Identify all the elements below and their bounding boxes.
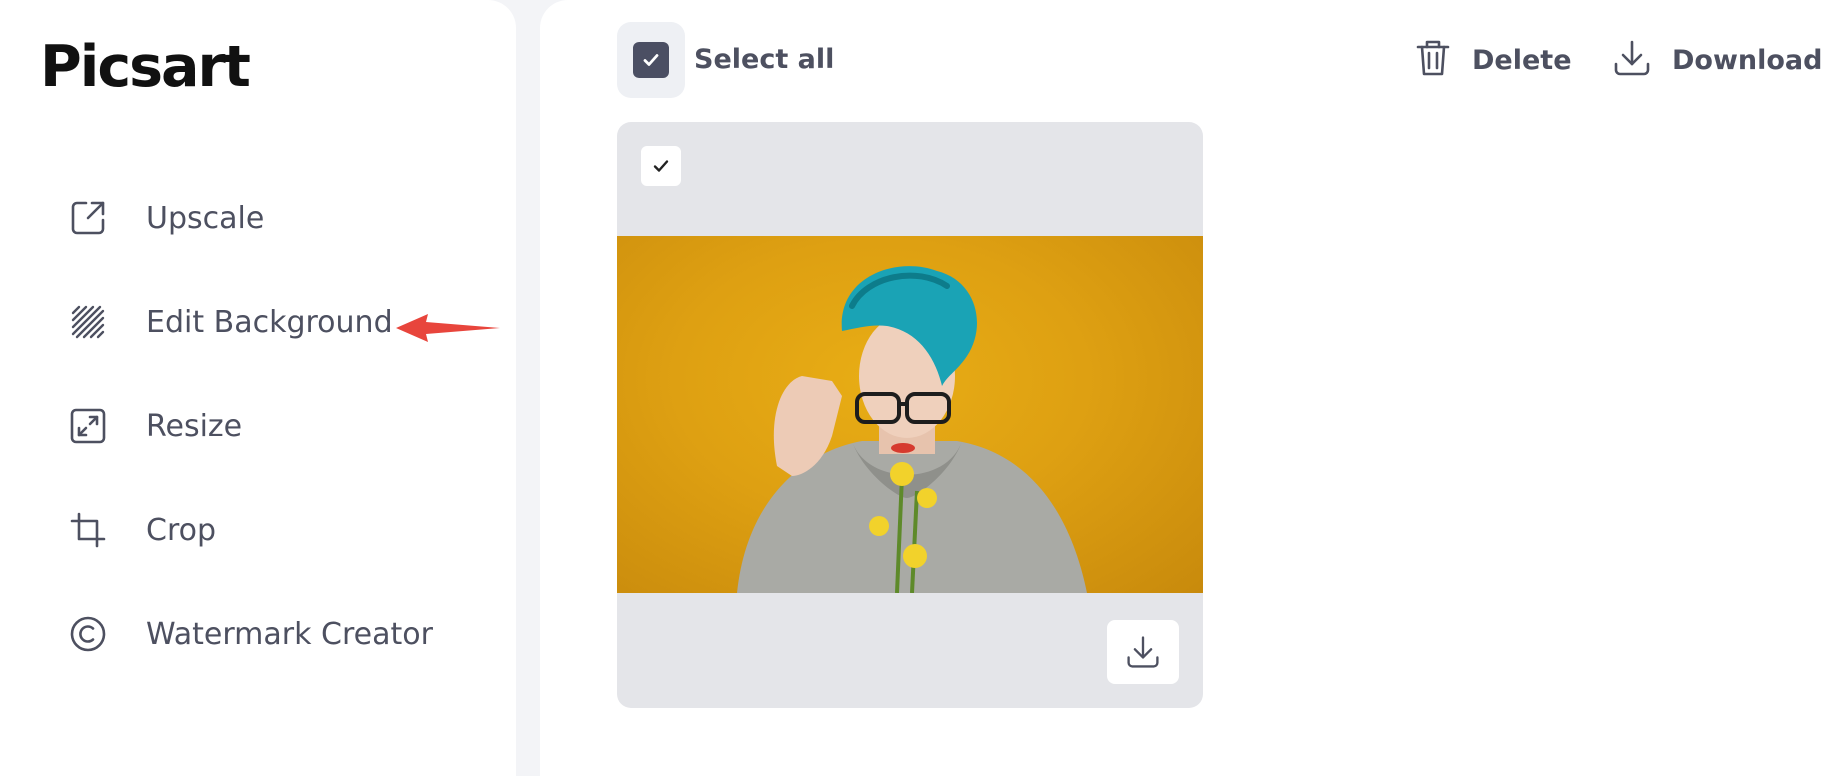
upscale-icon [68, 198, 108, 238]
card-download-button[interactable] [1107, 620, 1179, 684]
edit-background-icon [68, 302, 108, 342]
sidebar-item-label: Resize [146, 408, 243, 444]
checkmark-icon [653, 160, 669, 172]
download-button[interactable]: Download [1612, 38, 1822, 82]
image-card[interactable] [617, 122, 1203, 708]
sidebar-item-watermark-creator[interactable]: Watermark Creator [68, 609, 433, 659]
resize-icon [68, 406, 108, 446]
checkmark-icon [643, 54, 659, 66]
sidebar-item-upscale[interactable]: Upscale [68, 193, 264, 243]
delete-button[interactable]: Delete [1414, 38, 1572, 82]
sidebar-item-edit-background[interactable]: Edit Background [68, 297, 393, 347]
sidebar-item-label: Upscale [146, 200, 265, 236]
watermark-icon [68, 614, 108, 654]
portrait-photo [617, 236, 1203, 593]
select-all-label[interactable]: Select all [694, 44, 834, 75]
select-all-checkbox[interactable] [617, 22, 685, 98]
delete-label: Delete [1472, 44, 1572, 76]
annotation-arrow [396, 314, 500, 342]
trash-icon [1414, 38, 1452, 82]
checkbox-checked [633, 42, 669, 78]
sidebar-item-label: Edit Background [146, 304, 393, 340]
image-checkbox[interactable] [641, 146, 681, 186]
sidebar-item-resize[interactable]: Resize [68, 401, 242, 451]
sidebar-item-crop[interactable]: Crop [68, 505, 216, 555]
sidebar: Picsart Upscale Edit Background Resize C… [0, 0, 516, 776]
picsart-logo[interactable]: Picsart [40, 34, 251, 100]
crop-icon [68, 510, 108, 550]
portrait-illustration [737, 266, 1087, 593]
download-icon [1612, 38, 1652, 82]
download-label: Download [1672, 44, 1823, 76]
download-icon [1127, 636, 1159, 668]
sidebar-item-label: Crop [146, 512, 217, 548]
sidebar-item-label: Watermark Creator [146, 616, 433, 652]
